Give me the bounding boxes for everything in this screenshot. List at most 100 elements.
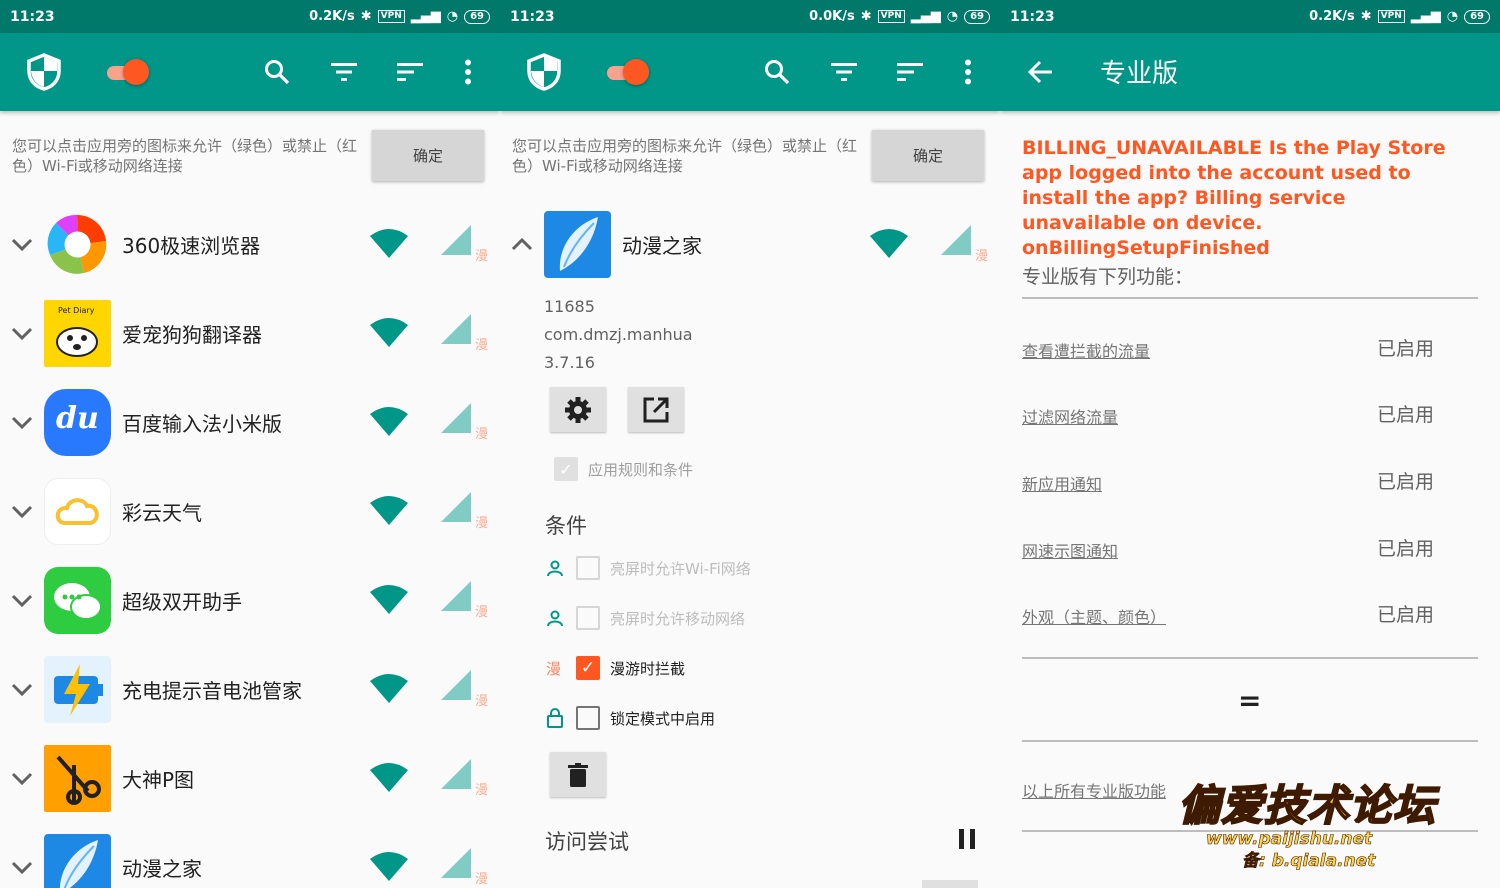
bluetooth-icon: ✱ <box>360 9 372 24</box>
wifi-allow-icon[interactable] <box>370 406 408 436</box>
roaming-label: 漫 <box>475 338 489 353</box>
feature-state: 已启用 <box>1376 404 1434 426</box>
app-version: 3.7.16 <box>544 353 595 372</box>
filter-icon[interactable] <box>324 52 364 92</box>
status-time: 11:23 <box>1010 8 1055 25</box>
feature-row[interactable]: 过滤网络流量 已启用 <box>1022 404 1478 432</box>
wifi-allow-icon[interactable] <box>370 228 408 258</box>
search-icon[interactable] <box>257 52 297 92</box>
chevron-down-icon[interactable] <box>10 410 34 434</box>
scroll-peek-button[interactable] <box>922 880 978 888</box>
chevron-up-icon[interactable] <box>510 232 534 256</box>
more-menu-icon[interactable] <box>448 52 488 92</box>
chevron-down-icon[interactable] <box>10 855 34 879</box>
feature-row[interactable]: 新应用通知 已启用 <box>1022 471 1478 499</box>
wifi-allow-icon[interactable] <box>370 851 408 881</box>
app-name: 超级双开助手 <box>122 590 242 614</box>
feature-name[interactable]: 网速示图通知 <box>1022 538 1118 562</box>
block-roaming-checkbox[interactable]: ✓ <box>576 656 600 680</box>
more-menu-icon[interactable] <box>948 52 988 92</box>
mobile-data-icon[interactable] <box>441 581 471 611</box>
screen-app-list: 11:23 0.2K/s ✱ VPN ▂▄▆ ◔ 69 您可以点击应用旁的图标来… <box>0 0 500 888</box>
condition-label: 亮屏时允许移动网络 <box>610 609 746 628</box>
status-time: 11:23 <box>10 8 55 25</box>
app-row[interactable]: Pet Diary 爱宠狗狗翻译器 漫 <box>0 297 500 386</box>
network-speed: 0.2K/s <box>1309 9 1355 24</box>
app-row[interactable]: 动漫之家 漫 <box>0 831 500 888</box>
roaming-label: 漫 <box>475 694 489 709</box>
delete-button[interactable] <box>550 752 606 797</box>
shield-icon[interactable] <box>524 52 564 92</box>
app-name: 爱宠狗狗翻译器 <box>122 323 262 347</box>
wifi-allow-icon[interactable] <box>370 317 408 347</box>
app-row[interactable]: 大神P图 漫 <box>0 742 500 831</box>
watermark-title: 偏爱技术论坛 <box>1177 780 1437 831</box>
mobile-data-icon[interactable] <box>441 492 471 522</box>
back-arrow-icon[interactable] <box>1020 52 1060 92</box>
ok-button[interactable]: 确定 <box>872 130 984 181</box>
wifi-allow-icon[interactable] <box>370 673 408 703</box>
app-name: 百度输入法小米版 <box>122 412 282 436</box>
open-app-button[interactable] <box>628 387 684 432</box>
lockdown-checkbox[interactable] <box>576 706 600 730</box>
divider <box>1022 740 1478 742</box>
app-row[interactable]: du 百度输入法小米版 漫 <box>0 386 500 475</box>
all-features-link[interactable]: 以上所有专业版功能 <box>1022 778 1166 802</box>
mobile-data-icon[interactable] <box>441 225 471 255</box>
app-row[interactable]: 充电提示音电池管家 漫 <box>0 653 500 742</box>
roaming-label: 漫 <box>546 659 562 678</box>
screen-pro: 11:23 0.2K/s ✱ VPN ▂▄▆ ◔ 69 专业版 <box>1000 0 1500 888</box>
wifi-allow-icon[interactable] <box>370 762 408 792</box>
app-row[interactable]: 超级双开助手 漫 <box>0 564 500 653</box>
app-row-expanded[interactable]: 动漫之家 漫 <box>500 208 1000 297</box>
chevron-down-icon[interactable] <box>10 321 34 345</box>
chevron-down-icon[interactable] <box>10 588 34 612</box>
condition-row[interactable]: 锁定模式中启用 <box>546 705 715 731</box>
checkbox <box>576 606 600 630</box>
wifi-allow-icon[interactable] <box>370 584 408 614</box>
pet-diary-label: Pet Diary <box>58 306 95 315</box>
mobile-data-icon[interactable] <box>441 848 471 878</box>
mobile-data-icon[interactable] <box>941 225 971 255</box>
feature-name[interactable]: 新应用通知 <box>1022 471 1102 495</box>
roaming-label: 漫 <box>475 872 489 887</box>
roaming-label: 漫 <box>475 605 489 620</box>
mobile-data-icon[interactable] <box>441 403 471 433</box>
shield-icon[interactable] <box>24 52 64 92</box>
search-icon[interactable] <box>757 52 797 92</box>
baidu-ime-icon: du <box>44 389 111 456</box>
condition-label: 锁定模式中启用 <box>610 709 716 728</box>
chevron-down-icon[interactable] <box>10 766 34 790</box>
page-title: 专业版 <box>1100 59 1179 89</box>
mobile-data-icon[interactable] <box>441 759 471 789</box>
settings-button[interactable] <box>550 387 606 432</box>
firewall-toggle[interactable] <box>105 59 149 85</box>
divider <box>1022 297 1478 299</box>
firewall-toggle[interactable] <box>605 59 649 85</box>
feature-name[interactable]: 过滤网络流量 <box>1022 404 1118 428</box>
feature-row[interactable]: 网速示图通知 已启用 <box>1022 538 1478 566</box>
apply-rules-label: 应用规则和条件 <box>588 460 694 479</box>
feature-name[interactable]: 外观（主题、颜色） <box>1022 604 1166 628</box>
mobile-data-icon[interactable] <box>441 670 471 700</box>
ok-button[interactable]: 确定 <box>372 130 484 181</box>
app-row[interactable]: 360极速浏览器 漫 <box>0 208 500 297</box>
chevron-down-icon[interactable] <box>10 677 34 701</box>
feature-row[interactable]: 查看遭拦截的流量 已启用 <box>1022 338 1478 366</box>
sort-icon[interactable] <box>390 52 430 92</box>
pause-icon[interactable] <box>957 828 977 850</box>
app-row[interactable]: 彩云天气 漫 <box>0 475 500 564</box>
feature-name[interactable]: 查看遭拦截的流量 <box>1022 338 1150 362</box>
wifi-allow-icon[interactable] <box>870 228 908 258</box>
sort-icon[interactable] <box>890 52 930 92</box>
mobile-data-icon[interactable] <box>441 314 471 344</box>
feature-row[interactable]: 外观（主题、颜色） 已启用 <box>1022 604 1478 632</box>
baidu-du-label: du <box>56 401 99 436</box>
chevron-down-icon[interactable] <box>10 499 34 523</box>
chevron-down-icon[interactable] <box>10 232 34 256</box>
status-time: 11:23 <box>510 8 555 25</box>
wifi-allow-icon[interactable] <box>370 495 408 525</box>
filter-icon[interactable] <box>824 52 864 92</box>
condition-row[interactable]: 漫 ✓ 漫游时拦截 <box>546 655 685 681</box>
toolbar: 专业版 <box>1000 33 1500 111</box>
